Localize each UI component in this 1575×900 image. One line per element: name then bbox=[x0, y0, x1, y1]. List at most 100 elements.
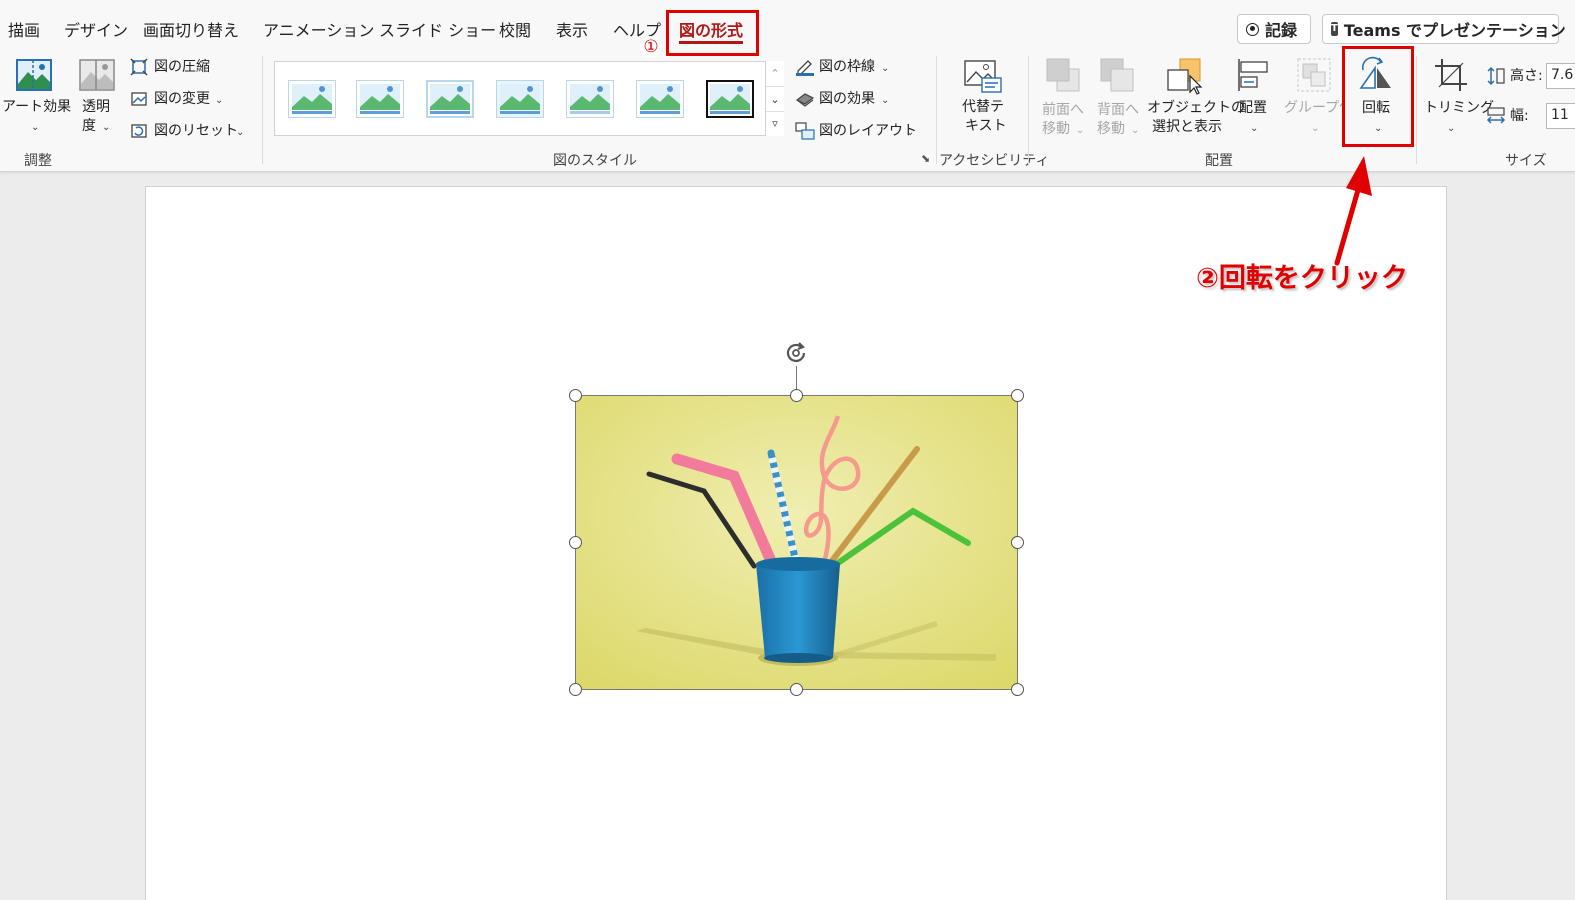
transparency-label-line1[interactable]: 透明 bbox=[82, 98, 110, 117]
reset-picture-icon bbox=[130, 122, 148, 144]
chevron-down-icon: ⌄ bbox=[1076, 125, 1085, 136]
resize-handle-right[interactable] bbox=[1011, 536, 1024, 549]
picture-styles-group-label: 図のスタイル bbox=[553, 153, 637, 169]
alt-text-label-line1[interactable]: 代替テ bbox=[962, 98, 1004, 117]
height-icon bbox=[1486, 66, 1506, 90]
chevron-down-icon: ⌄ bbox=[906, 127, 915, 138]
tab-view[interactable]: 表示 bbox=[556, 17, 588, 41]
resize-handle-top-left[interactable] bbox=[569, 389, 582, 402]
rotate-highlight-box bbox=[1342, 46, 1414, 147]
picture-layout-icon bbox=[795, 122, 815, 144]
group-objects-icon bbox=[1296, 57, 1332, 97]
size-group-label: サイズ bbox=[1505, 153, 1547, 169]
resize-handle-top-right[interactable] bbox=[1011, 389, 1024, 402]
tab-draw[interactable]: 描画 bbox=[8, 17, 40, 41]
change-picture-icon bbox=[130, 90, 148, 112]
picture-layout-button[interactable]: 図のレイアウト bbox=[819, 122, 917, 141]
alt-text-icon[interactable] bbox=[964, 60, 1002, 98]
chevron-down-icon: ⌄ bbox=[215, 95, 224, 106]
tab-transitions[interactable]: 画面切り替え bbox=[143, 17, 239, 41]
tab-animations[interactable]: アニメーション bbox=[263, 17, 374, 41]
selection-pane-label-line1[interactable]: オブジェクトの bbox=[1147, 99, 1245, 118]
rotation-handle-icon[interactable] bbox=[782, 338, 812, 372]
resize-handle-bottom-right[interactable] bbox=[1011, 683, 1024, 696]
record-button[interactable]: 記録 bbox=[1237, 14, 1311, 44]
picture-border-icon bbox=[795, 58, 815, 80]
picture-styles-gallery bbox=[274, 61, 784, 136]
chevron-down-icon: ⌄ bbox=[881, 95, 890, 106]
chevron-down-icon: ⌄ bbox=[1250, 123, 1259, 134]
resize-handle-bottom[interactable] bbox=[790, 683, 803, 696]
height-label: 高さ: bbox=[1510, 68, 1543, 84]
bring-forward-icon bbox=[1045, 57, 1083, 99]
teams-present-button[interactable]: T Teams でプレゼンテーション bbox=[1322, 14, 1566, 44]
chevron-down-icon: ⌄ bbox=[881, 63, 890, 74]
bring-forward-label-line2[interactable]: 移動 bbox=[1042, 120, 1070, 139]
gallery-scroll: ⌃ ⌄ ▿ bbox=[765, 61, 784, 136]
alt-text-label-line2[interactable]: キスト bbox=[965, 117, 1007, 136]
teams-icon: T bbox=[1331, 22, 1338, 36]
picture-style-thumbnail[interactable] bbox=[636, 80, 684, 118]
picture-style-thumbnail[interactable] bbox=[356, 80, 404, 118]
step1-marker: ① bbox=[640, 36, 662, 58]
group-divider bbox=[1416, 56, 1417, 164]
crop-label[interactable]: トリミング bbox=[1424, 99, 1494, 118]
compress-icon bbox=[130, 58, 148, 80]
picture-style-thumbnail[interactable] bbox=[566, 80, 614, 118]
chevron-down-icon: ⌄ bbox=[1447, 123, 1456, 134]
tab-slideshow[interactable]: スライド ショー bbox=[379, 17, 496, 41]
chevron-down-icon: ⌄ bbox=[1131, 125, 1140, 136]
selected-picture[interactable] bbox=[575, 395, 1018, 690]
align-label[interactable]: 配置 bbox=[1239, 99, 1267, 118]
selection-pane-icon bbox=[1166, 56, 1206, 100]
gallery-down-arrow-icon[interactable]: ⌄ bbox=[766, 86, 784, 111]
crop-icon[interactable] bbox=[1433, 57, 1469, 97]
selection-pane-label-line2[interactable]: 選択と表示 bbox=[1152, 118, 1222, 137]
annotation-arrow-icon bbox=[1334, 156, 1372, 266]
chevron-down-icon: ⌄ bbox=[236, 127, 245, 138]
picture-style-thumbnail[interactable] bbox=[705, 79, 755, 119]
gallery-up-arrow-icon[interactable]: ⌃ bbox=[766, 61, 784, 86]
ribbon: 描画 デザイン 画面切り替え アニメーション スライド ショー 校閲 表示 ヘル… bbox=[0, 0, 1575, 172]
width-input[interactable]: 11 bbox=[1546, 103, 1575, 129]
chevron-down-icon: ⌄ bbox=[31, 122, 40, 133]
height-input[interactable]: 7.6 bbox=[1546, 63, 1575, 89]
chevron-down-icon: ⌄ bbox=[1311, 123, 1320, 134]
record-label: 記録 bbox=[1265, 21, 1298, 40]
compress-pictures-button[interactable]: 図の圧縮 bbox=[154, 58, 210, 77]
resize-handle-bottom-left[interactable] bbox=[569, 683, 582, 696]
picture-style-thumbnail[interactable] bbox=[425, 79, 475, 119]
resize-handle-top[interactable] bbox=[790, 389, 803, 402]
art-effects-icon[interactable] bbox=[16, 58, 52, 92]
transparency-icon[interactable] bbox=[79, 58, 115, 92]
dialog-launcher-icon[interactable]: ⬊ bbox=[921, 152, 930, 165]
adjust-group-label: 調整 bbox=[24, 153, 52, 169]
resize-handle-left[interactable] bbox=[569, 536, 582, 549]
transparency-label-line2[interactable]: 度 bbox=[82, 117, 96, 136]
step2-annotation: ②回転をクリック bbox=[1196, 263, 1408, 294]
change-picture-button[interactable]: 図の変更 bbox=[154, 90, 210, 109]
gallery-more-icon[interactable]: ▿ bbox=[766, 111, 784, 135]
straws-in-cup-photo bbox=[576, 396, 1017, 689]
picture-style-thumbnail[interactable] bbox=[496, 80, 544, 118]
accessibility-group-label: アクセシビリティ bbox=[939, 153, 1050, 169]
picture-border-button[interactable]: 図の枠線 bbox=[819, 58, 875, 77]
group-label[interactable]: グループ化 bbox=[1284, 99, 1342, 118]
tab-review[interactable]: 校閲 bbox=[499, 17, 531, 41]
send-backward-icon bbox=[1099, 57, 1137, 99]
reset-picture-button[interactable]: 図のリセット bbox=[154, 122, 238, 141]
teams-present-label: Teams でプレゼンテーション bbox=[1343, 21, 1566, 40]
art-effects-label[interactable]: アート効果 bbox=[2, 98, 71, 117]
record-icon bbox=[1246, 22, 1259, 36]
send-backward-label-line1[interactable]: 背面へ bbox=[1097, 101, 1139, 120]
group-divider bbox=[1028, 56, 1029, 164]
arrange-group-label: 配置 bbox=[1205, 153, 1233, 169]
tab-design[interactable]: デザイン bbox=[64, 17, 128, 41]
send-backward-label-line2[interactable]: 移動 bbox=[1097, 120, 1125, 139]
picture-style-thumbnail[interactable] bbox=[288, 80, 336, 118]
group-divider bbox=[262, 56, 263, 164]
chevron-down-icon: ⌄ bbox=[102, 122, 111, 133]
bring-forward-label-line1[interactable]: 前面へ bbox=[1042, 101, 1084, 120]
step1-highlight-box bbox=[666, 10, 759, 56]
picture-effects-button[interactable]: 図の効果 bbox=[819, 90, 875, 109]
